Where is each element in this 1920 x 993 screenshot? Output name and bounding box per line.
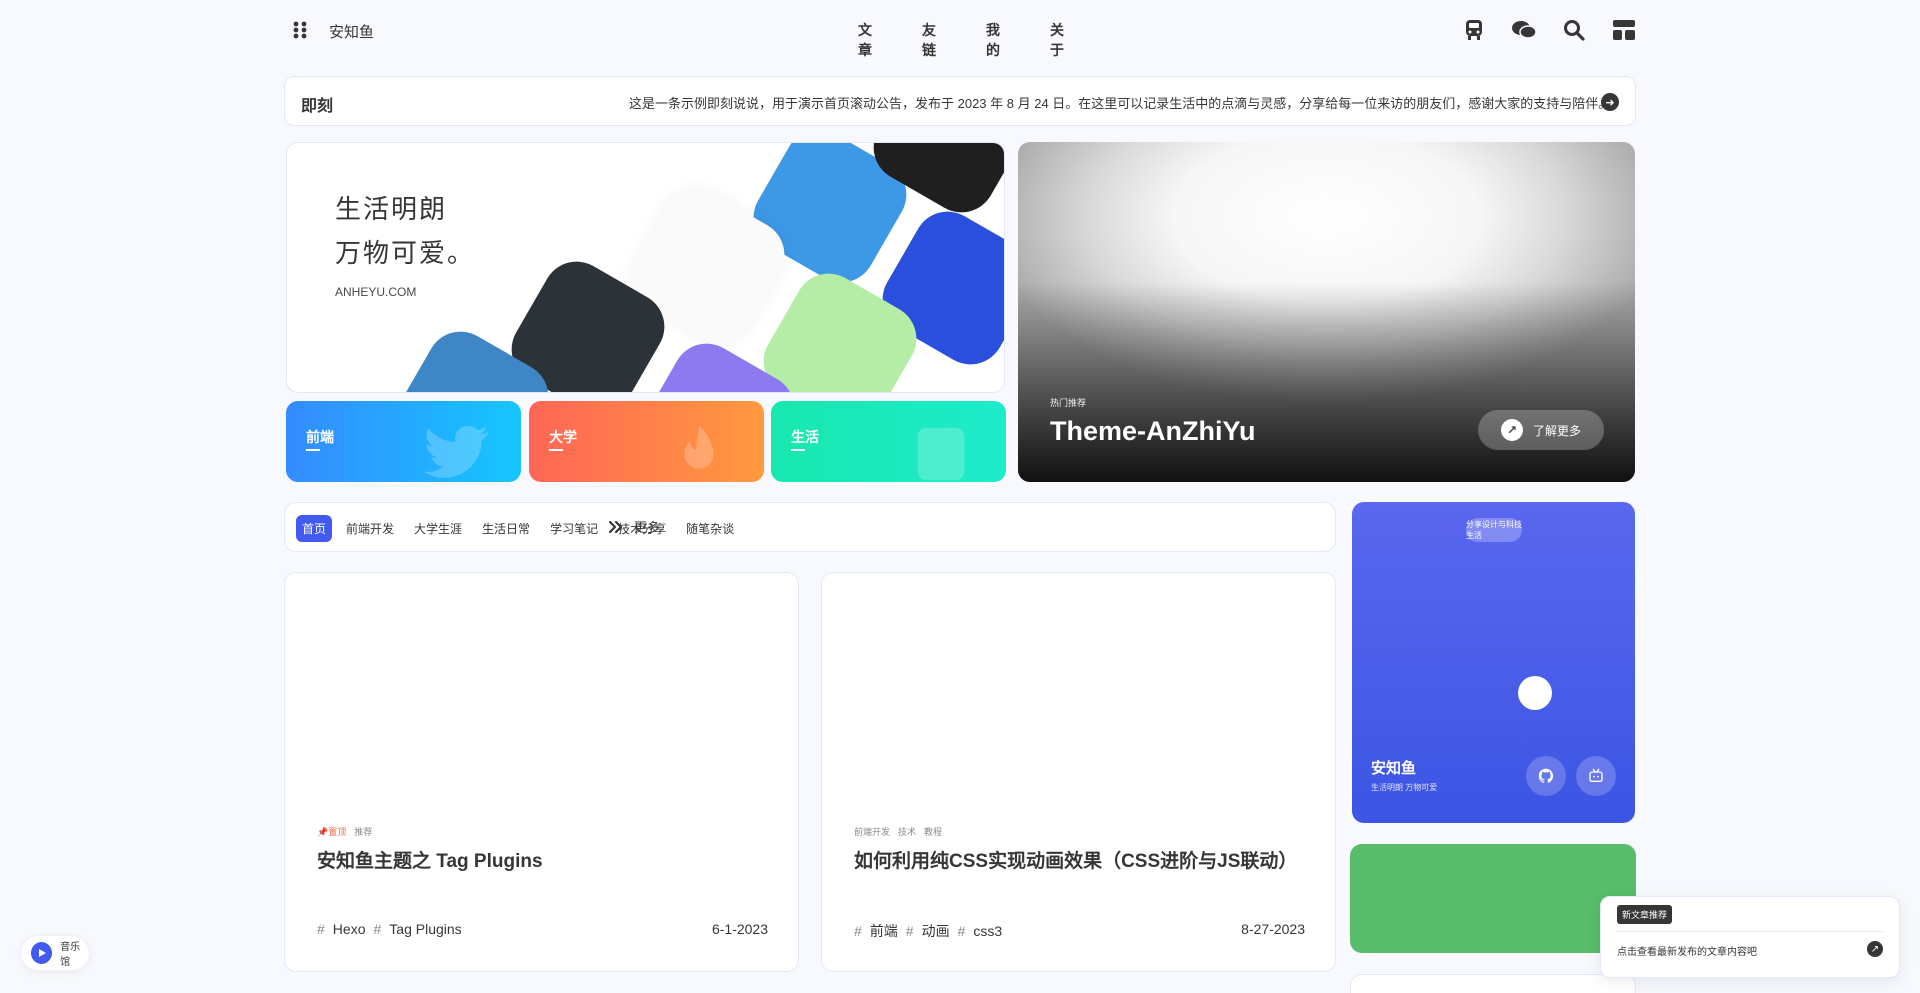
bulletin-text[interactable]: 这是一条示例即刻说说，用于演示首页滚动公告，发布于 2023 年 8 月 24 … [629, 93, 1611, 112]
layout-toggle-icon[interactable] [1610, 18, 1638, 42]
category-card-label: 大学 [549, 429, 577, 445]
featured-post-banner[interactable]: 热门推荐 Theme-AnZhiYu ↗ 了解更多 [1018, 142, 1635, 482]
hero-title-line1: 生活明朗 [335, 194, 448, 224]
category-card-frontend[interactable]: 前端 [286, 401, 521, 482]
category-item[interactable]: 大学生涯 [408, 515, 468, 542]
post-tag[interactable]: css3 [973, 923, 1002, 939]
post-tag[interactable]: Tag Plugins [389, 921, 461, 937]
top-navbar: 安知鱼 文 章 友 链 我 的 关 于 [284, 14, 1638, 58]
notification-badge: 新文章推荐 [1617, 905, 1673, 924]
category-item[interactable]: 学习笔记 [544, 515, 604, 542]
divider [1617, 931, 1883, 932]
chat-icon[interactable] [1510, 18, 1538, 42]
sidebar-card [1350, 974, 1636, 993]
post-title[interactable]: 如何利用纯CSS实现动画效果（CSS进阶与JS联动） [854, 846, 1297, 873]
underline [306, 449, 320, 451]
sidebar-green-card[interactable] [1350, 844, 1636, 953]
play-icon[interactable] [31, 942, 53, 964]
hash-icon: # [905, 923, 914, 939]
post-card[interactable]: 📌置顶 推荐 安知鱼主题之 Tag Plugins # Hexo # Tag P… [284, 572, 799, 972]
category-item[interactable]: 生活日常 [476, 515, 536, 542]
category-item[interactable]: 前端开发 [340, 515, 400, 542]
search-icon[interactable] [1560, 18, 1588, 42]
post-category[interactable]: 教程 [924, 825, 942, 838]
notification-message[interactable]: 点击查看最新发布的文章内容吧 [1617, 943, 1757, 958]
featured-title[interactable]: Theme-AnZhiYu [1050, 416, 1256, 447]
category-item[interactable]: 随笔杂谈 [680, 515, 740, 542]
apps-menu-icon[interactable] [292, 20, 310, 40]
hash-icon: # [317, 921, 325, 937]
post-category[interactable]: 前端开发 [854, 825, 890, 838]
category-more-label: 更多 [634, 520, 661, 535]
post-category[interactable]: 技术 [898, 825, 916, 838]
post-title[interactable]: 安知鱼主题之 Tag Plugins [317, 846, 543, 873]
post-tag[interactable]: Hexo [333, 921, 366, 937]
travel-icon[interactable] [1460, 18, 1488, 42]
hash-icon: # [957, 923, 966, 939]
underline [549, 449, 563, 451]
menu-item-friends[interactable]: 友 链 [918, 20, 940, 60]
category-list: 首页 前端开发 大学生涯 生活日常 学习笔记 技术分享 随笔杂谈 [296, 515, 740, 542]
hash-icon: # [373, 921, 382, 937]
post-tags: # Hexo # Tag Plugins [317, 921, 462, 937]
hero-banner: 生活明朗 万物可爱。 ANHEYU.COM [286, 142, 1005, 393]
post-category[interactable]: 推荐 [354, 825, 372, 838]
fire-icon [684, 424, 714, 469]
category-item-home[interactable]: 首页 [296, 515, 333, 542]
post-meta: 前端开发 技术 教程 [854, 825, 942, 838]
menu-item-mine[interactable]: 我 的 [982, 20, 1004, 60]
category-card-life[interactable]: 生活 [771, 401, 1006, 482]
github-icon[interactable] [1526, 756, 1566, 796]
underline [791, 449, 805, 451]
post-date: 6-1-2023 [711, 921, 768, 937]
post-meta: 📌置顶 推荐 [317, 825, 372, 838]
post-tag[interactable]: 前端 [870, 921, 898, 941]
hero-subtitle: ANHEYU.COM [335, 285, 417, 299]
arrow-up-right-icon: ↗ [1500, 419, 1523, 441]
main-menu: 文 章 友 链 我 的 关 于 [854, 20, 1068, 60]
category-more[interactable]: 更多 [608, 517, 660, 536]
post-date: 8-27-2023 [1241, 921, 1305, 937]
book-icon [917, 427, 965, 481]
avatar[interactable] [1518, 676, 1552, 710]
menu-item-about[interactable]: 关 于 [1046, 20, 1068, 60]
site-name[interactable]: 安知鱼 [329, 21, 374, 42]
music-player[interactable]: 音乐馆 [20, 935, 90, 971]
category-bar: 首页 前端开发 大学生涯 生活日常 学习笔记 技术分享 随笔杂谈 更多 [284, 502, 1336, 552]
post-tags: # 前端 # 动画 # css3 [854, 921, 1002, 941]
nav-actions [1460, 18, 1638, 42]
category-card-college[interactable]: 大学 [529, 401, 764, 482]
bird-icon [423, 425, 489, 478]
author-name[interactable]: 安知鱼 [1371, 757, 1416, 778]
featured-tag: 热门推荐 [1050, 398, 1087, 408]
author-desc: 生活明朗 万物可爱 [1371, 783, 1438, 792]
learn-more-label: 了解更多 [1532, 423, 1581, 438]
music-label: 音乐馆 [60, 942, 81, 968]
arrow-right-icon[interactable]: ➜ [1601, 93, 1619, 111]
banner-gradient [1018, 282, 1635, 482]
pin-icon: 📌置顶 [317, 827, 347, 837]
post-tag[interactable]: 动画 [922, 921, 950, 941]
author-tagline-pill: 分享设计与科技生活 [1466, 518, 1522, 542]
author-card: 分享设计与科技生活 安知鱼 生活明朗 万物可爱 [1352, 502, 1635, 823]
menu-item-articles[interactable]: 文 章 [854, 20, 876, 60]
post-card[interactable]: 前端开发 技术 教程 如何利用纯CSS实现动画效果（CSS进阶与JS联动） # … [821, 572, 1336, 972]
hash-icon: # [854, 923, 862, 939]
bulletin-bar[interactable]: 即刻 这是一条示例即刻说说，用于演示首页滚动公告，发布于 2023 年 8 月 … [284, 76, 1636, 126]
hero-title-line2: 万物可爱。 [335, 238, 476, 268]
arrow-up-right-icon[interactable]: ↗ [1867, 941, 1883, 957]
notification-popup[interactable]: 新文章推荐 点击查看最新发布的文章内容吧 ↗ [1600, 896, 1900, 978]
category-card-label: 生活 [791, 429, 819, 445]
category-card-label: 前端 [306, 429, 334, 445]
double-chevron-right-icon [608, 520, 623, 533]
bilibili-icon[interactable] [1576, 756, 1616, 796]
bulletin-label: 即刻 [301, 98, 334, 115]
learn-more-button[interactable]: ↗ 了解更多 [1478, 410, 1604, 450]
